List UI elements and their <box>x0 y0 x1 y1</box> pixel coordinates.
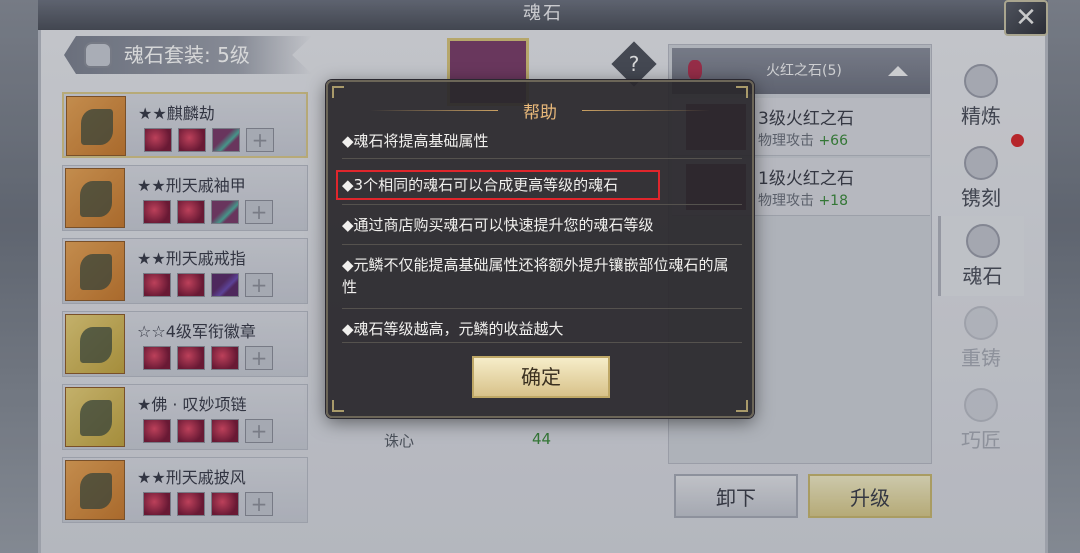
confirm-button[interactable]: 确定 <box>472 356 610 398</box>
help-line: ◆元鳞不仅能提高基础属性还将额外提升镶嵌部位魂石的属性 <box>342 256 729 296</box>
help-line: ◆魂石将提高基础属性 <box>342 132 489 150</box>
dialog-title: 帮助 <box>328 98 752 123</box>
help-line-highlighted: ◆3个相同的魂石可以合成更高等级的魂石 <box>336 170 660 200</box>
help-line: ◆魂石等级越高，元鳞的收益越大 <box>342 320 564 338</box>
help-line: ◆通过商店购买魂石可以快速提升您的魂石等级 <box>342 216 654 234</box>
help-dialog: 帮助 ◆魂石将提高基础属性 ◆3个相同的魂石可以合成更高等级的魂石 ◆通过商店购… <box>326 80 754 418</box>
